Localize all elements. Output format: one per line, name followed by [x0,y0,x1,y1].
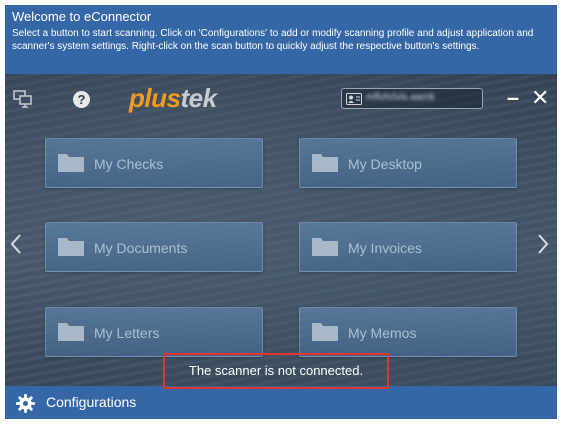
configurations-button[interactable]: Configurations [46,394,136,411]
scan-button-my-documents[interactable]: My Documents [45,222,263,272]
scan-button-label: My Checks [94,156,164,172]
scan-button-my-memos[interactable]: My Memos [299,307,517,357]
user-card-icon [346,92,362,110]
folder-icon [312,154,338,177]
econnector-window: Welcome to eConnector Select a button to… [5,5,557,419]
user-account-text: mflvhrlvls.aamk [366,92,435,103]
scan-button-label: My Documents [94,240,188,256]
scan-button-label: My Desktop [348,156,422,172]
gear-icon[interactable] [16,394,35,418]
chevron-right-icon[interactable] [536,233,550,260]
scan-button-my-checks[interactable]: My Checks [45,138,263,188]
scan-button-my-desktop[interactable]: My Desktop [299,138,517,188]
scan-button-label: My Memos [348,325,417,341]
monitor-network-icon[interactable] [13,90,33,113]
top-toolbar: ? plustek mflvhrlvls.aamk – ✕ [5,83,557,113]
welcome-text: Select a button to start scanning. Click… [12,28,534,52]
folder-icon [58,238,84,261]
logo-part-tek: tek [180,83,217,113]
plustek-logo: plustek [129,84,217,112]
status-message: The scanner is not connected. [188,363,364,378]
folder-icon [58,323,84,346]
help-icon[interactable]: ? [73,91,90,108]
minimize-button[interactable]: – [505,87,521,109]
status-message-box: The scanner is not connected. [163,353,389,389]
folder-icon [312,323,338,346]
folder-icon [58,154,84,177]
user-account-field[interactable]: mflvhrlvls.aamk [341,88,483,109]
scan-button-my-invoices[interactable]: My Invoices [299,222,517,272]
scan-button-label: My Invoices [348,240,422,256]
chevron-left-icon[interactable] [9,233,23,260]
welcome-title: Welcome to eConnector [12,9,152,24]
logo-part-plus: plus [129,83,181,113]
welcome-banner: Welcome to eConnector Select a button to… [5,5,557,74]
scan-button-label: My Letters [94,325,160,341]
close-button[interactable]: ✕ [531,87,549,109]
bottom-bar: Configurations [5,386,557,419]
scan-button-my-letters[interactable]: My Letters [45,307,263,357]
folder-icon [312,238,338,261]
